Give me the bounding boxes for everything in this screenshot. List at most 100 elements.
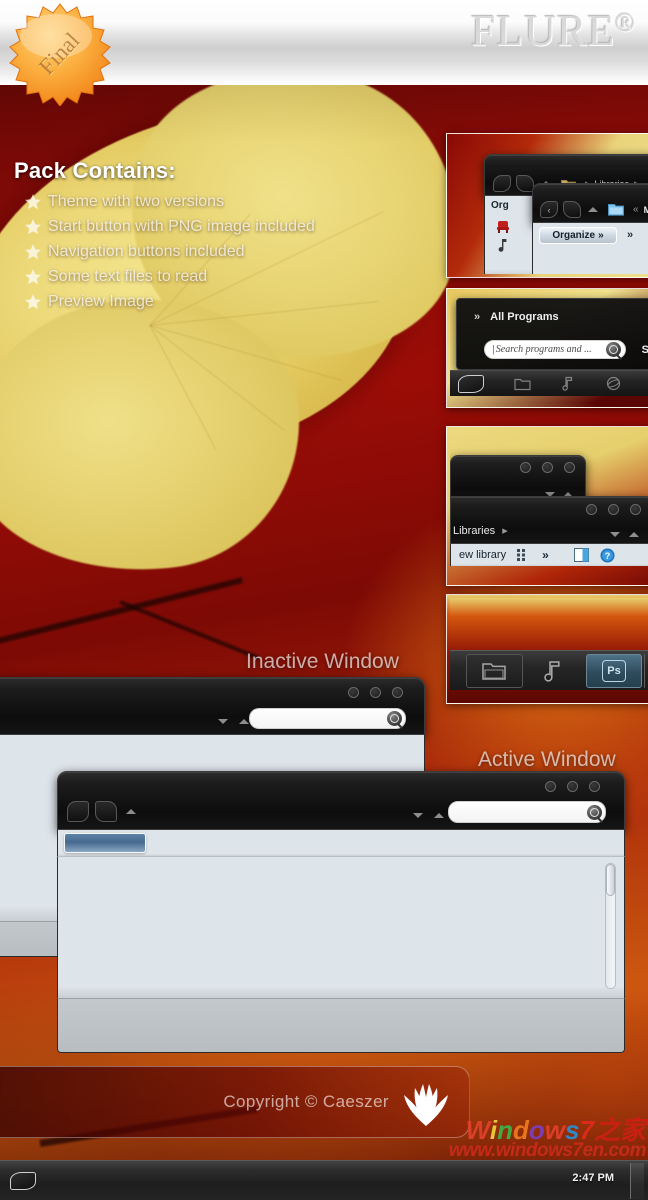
search-icon[interactable] <box>606 342 621 357</box>
red-chair-icon <box>497 221 509 233</box>
organize-button-partial[interactable]: Org <box>491 200 509 211</box>
all-programs-chevrons-icon: » <box>474 311 481 323</box>
start-menu-panel[interactable]: » All Programs | Search programs and ...… <box>456 298 648 370</box>
search-icon[interactable] <box>587 804 602 820</box>
chevron-down-icon[interactable] <box>413 813 423 818</box>
media-player-icon[interactable] <box>561 376 576 391</box>
list-item-label: Preview Image <box>48 293 154 310</box>
help-icon[interactable]: ? <box>600 548 615 563</box>
preview-pane-icon[interactable] <box>573 548 589 562</box>
photoshop-icon: Ps <box>602 659 627 682</box>
taskbar-item-explorer[interactable] <box>466 653 523 688</box>
breadcrumb-libraries[interactable]: Libraries <box>453 525 495 537</box>
minimize-icon[interactable] <box>545 781 556 792</box>
star-icon <box>25 293 41 309</box>
copyright-text: Copyright © Caeszer <box>223 1092 389 1111</box>
explorer-icon[interactable] <box>514 377 531 391</box>
active-window-content-pane <box>57 856 625 998</box>
list-item-label: Navigation buttons included <box>48 243 245 260</box>
active-window-statusbar <box>57 998 625 1053</box>
toolbar-overflow-chevrons[interactable]: » <box>542 548 549 562</box>
maximize-icon[interactable] <box>542 462 553 473</box>
active-window-titlebar[interactable] <box>57 771 625 830</box>
search-icon[interactable] <box>387 711 402 726</box>
minimize-icon[interactable] <box>520 462 531 473</box>
taskbar-clock[interactable]: 2:47 PM <box>572 1172 614 1184</box>
chevron-up-icon[interactable] <box>629 532 639 537</box>
taskbar-item-media-player[interactable] <box>525 654 584 688</box>
all-programs-label[interactable]: All Programs <box>490 311 558 323</box>
explorer-body-front: Organize » » <box>532 223 648 274</box>
chevron-up-icon[interactable] <box>434 813 444 818</box>
registered-mark-icon: ® <box>615 8 636 37</box>
list-item: Some text files to read <box>24 265 434 288</box>
preview-taskbar-strip <box>450 370 648 396</box>
preview-tile-start-menu-inner: » All Programs | Search programs and ...… <box>450 292 648 404</box>
watermark-line2: www.windows7en.com <box>448 1140 647 1161</box>
minimize-icon[interactable] <box>586 504 597 515</box>
preview-tile-libraries[interactable]: Libraries ▸ ew library » ? <box>446 426 648 586</box>
breadcrumb-separator: ▸ <box>502 525 508 537</box>
show-desktop-button[interactable] <box>630 1163 644 1199</box>
back-arrow-icon[interactable] <box>493 175 511 192</box>
chevron-up-icon[interactable] <box>239 719 249 724</box>
forward-arrow-icon[interactable] <box>95 801 117 822</box>
active-window-selected-tab[interactable] <box>64 833 146 853</box>
explorer-window-front[interactable]: ‹ « My <box>532 183 648 223</box>
music-note-icon <box>498 239 507 252</box>
preview-tile-taskbar-inner: Ps <box>450 598 648 700</box>
preview-tile-start-menu[interactable]: » All Programs | Search programs and ...… <box>446 288 648 408</box>
close-icon[interactable] <box>630 504 641 515</box>
close-icon[interactable] <box>589 781 600 792</box>
new-library-button[interactable]: ew library <box>459 549 506 561</box>
final-badge-label: Final <box>34 27 85 80</box>
minimize-icon[interactable] <box>348 687 359 698</box>
preview-tile-explorer[interactable]: ▸ Libraries ▸ Org ‹ « My <box>446 133 648 278</box>
star-icon <box>25 218 41 234</box>
shutdown-button-partial[interactable]: S <box>642 344 648 356</box>
maximize-icon[interactable] <box>608 504 619 515</box>
libraries-toolbar: ew library » ? <box>450 544 648 566</box>
back-arrow-icon[interactable]: ‹ <box>540 201 558 218</box>
vertical-scrollbar[interactable] <box>605 863 616 989</box>
list-item: Preview Image <box>24 290 434 313</box>
close-icon[interactable] <box>392 687 403 698</box>
libraries-window-front[interactable]: Libraries ▸ <box>450 496 648 544</box>
inactive-window-search-input[interactable] <box>249 708 406 729</box>
close-icon[interactable] <box>564 462 575 473</box>
start-menu-search-box[interactable]: | Search programs and ... <box>484 340 626 359</box>
star-icon <box>25 268 41 284</box>
pack-contains-title: Pack Contains: <box>14 158 176 183</box>
preview-tile-explorer-inner: ▸ Libraries ▸ Org ‹ « My <box>450 137 648 274</box>
final-badge-text-wrap: Final <box>8 2 112 106</box>
system-taskbar: 2:47 PM <box>0 1160 648 1200</box>
back-arrow-icon[interactable] <box>67 801 89 822</box>
taskbar-divider <box>644 653 648 688</box>
maximize-icon[interactable] <box>567 781 578 792</box>
organize-button[interactable]: Organize » <box>539 227 617 244</box>
active-window-search-input[interactable] <box>448 801 606 823</box>
inactive-window-titlebar[interactable] <box>0 677 425 735</box>
chevron-down-icon[interactable] <box>218 719 228 724</box>
breadcrumb-back-chevrons[interactable]: « <box>633 204 639 215</box>
explorer-icon <box>482 662 507 680</box>
leaf-wing-logo <box>404 1084 448 1126</box>
breadcrumb-my[interactable]: My <box>644 205 648 215</box>
screenshot-root: FLURE® Final Pack Contains: Theme with t… <box>0 0 648 1200</box>
start-orb-icon[interactable] <box>10 1172 36 1190</box>
chevron-down-icon[interactable] <box>610 532 620 537</box>
chevron-up-icon[interactable] <box>588 207 598 212</box>
view-layout-icon[interactable] <box>517 549 531 561</box>
internet-explorer-icon[interactable] <box>606 376 621 391</box>
toolbar-overflow-chevrons[interactable]: » <box>627 229 633 241</box>
chevron-up-icon[interactable] <box>126 809 136 814</box>
maximize-icon[interactable] <box>370 687 381 698</box>
list-item-label: Theme with two versions <box>48 193 225 210</box>
preview-tile-taskbar[interactable]: Ps <box>446 594 648 704</box>
taskbar-item-photoshop[interactable]: Ps <box>585 653 643 688</box>
star-icon <box>25 193 41 209</box>
forward-arrow-icon[interactable] <box>563 201 581 218</box>
brand-title: FLURE® <box>471 9 636 53</box>
start-orb-icon[interactable] <box>458 374 484 393</box>
scrollbar-thumb[interactable] <box>606 864 615 896</box>
